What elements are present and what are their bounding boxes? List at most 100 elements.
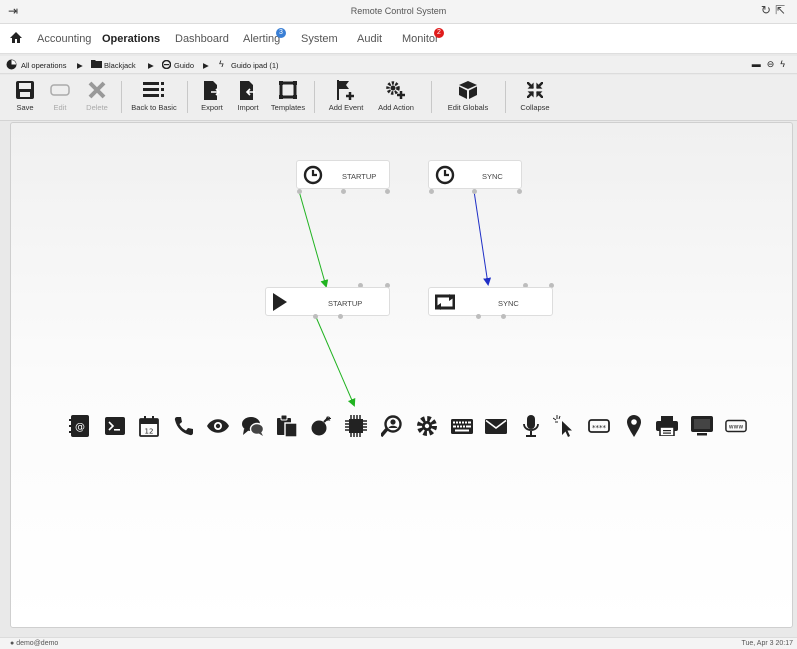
breadcrumb-guido[interactable]: Guido [174, 61, 194, 70]
connector-dot[interactable] [517, 189, 522, 194]
add-event-button[interactable]: Add Event [325, 79, 367, 112]
menu-system[interactable]: System [301, 33, 338, 45]
printer-icon[interactable] [656, 415, 678, 437]
delete-button[interactable]: Delete [79, 79, 115, 112]
export-button[interactable]: Export [196, 79, 228, 112]
connector-dot[interactable] [476, 314, 481, 319]
password-icon[interactable]: **** [588, 415, 610, 437]
connection-startup-event-to-action[interactable] [298, 190, 329, 288]
templates-button[interactable]: Templates [267, 79, 309, 112]
edit-button[interactable]: Edit [45, 79, 75, 112]
action-node-label: SYNC [498, 299, 519, 308]
calendar-icon[interactable]: 12 [138, 415, 160, 437]
window-controls: ↻⇱ [761, 3, 789, 17]
event-node-startup[interactable]: STARTUP [296, 160, 390, 189]
menu-audit[interactable]: Audit [357, 33, 382, 45]
templates-icon [267, 79, 309, 101]
export-icon [196, 79, 228, 101]
delete-icon [79, 79, 115, 101]
toolbar-separator [187, 81, 188, 113]
home-icon[interactable] [10, 32, 22, 43]
www-text: www [729, 424, 744, 431]
lightning-icon[interactable]: ϟ [780, 59, 791, 69]
chevron-right-icon: ▶ [148, 61, 154, 70]
chevron-right-icon: ▶ [77, 61, 83, 70]
event-node-sync[interactable]: SYNC [428, 160, 522, 189]
connector-dot[interactable] [385, 189, 390, 194]
connector-dot[interactable] [338, 314, 343, 319]
www-icon[interactable]: www [725, 415, 747, 437]
refresh-icon[interactable]: ↻ [761, 3, 775, 17]
connector-dot[interactable] [429, 189, 434, 194]
connection-sync-event-to-action[interactable] [473, 190, 492, 286]
action-node-label: STARTUP [328, 299, 363, 308]
chat-icon[interactable] [242, 415, 264, 437]
pointer-icon[interactable] [553, 415, 575, 437]
keyboard-icon[interactable] [451, 415, 473, 437]
connector-dot[interactable] [313, 314, 318, 319]
connector-dot[interactable] [297, 189, 302, 194]
menu-monitor[interactable]: Monitor 2 [402, 28, 444, 45]
search-user-icon[interactable] [381, 415, 403, 437]
folder-icon [91, 60, 102, 68]
connector-dot[interactable] [341, 189, 346, 194]
save-button[interactable]: Save [5, 79, 45, 112]
terminal-icon[interactable] [104, 415, 126, 437]
svg-text:@: @ [75, 422, 85, 433]
map-pin-icon[interactable] [623, 415, 645, 437]
toolbar-separator [314, 81, 315, 113]
connection-layer [298, 190, 492, 407]
collapse-icon [515, 79, 555, 101]
folder-icon[interactable]: ▬ [752, 59, 767, 69]
connector-dot[interactable] [501, 314, 506, 319]
add-action-button[interactable]: Add Action [374, 79, 418, 112]
popout-icon[interactable]: ⇱ [775, 3, 789, 17]
gear-plus-icon [374, 79, 418, 101]
clipboard-icon[interactable] [276, 415, 298, 437]
breadcrumb-blackjack[interactable]: Blackjack [104, 61, 136, 70]
list-icon [128, 79, 180, 101]
import-button[interactable]: Import [232, 79, 264, 112]
all-operations-icon [6, 59, 17, 70]
event-node-label: STARTUP [342, 172, 377, 181]
eye-icon[interactable] [207, 415, 229, 437]
import-icon [232, 79, 264, 101]
action-node-startup[interactable]: STARTUP [265, 287, 390, 316]
screen-icon[interactable] [691, 415, 713, 437]
gear-icon[interactable] [416, 415, 438, 437]
menu-accounting[interactable]: Accounting [37, 33, 91, 45]
status-user: ● demo@demo [10, 640, 58, 647]
back-to-basic-button[interactable]: Back to Basic [128, 79, 180, 112]
toolbar-separator [505, 81, 506, 113]
breadcrumb-all-operations[interactable]: All operations [21, 61, 66, 70]
cube-icon [444, 79, 492, 101]
target-icon [162, 60, 171, 69]
connection-startup-action-to-palette[interactable] [315, 316, 356, 407]
toolbar-separator [431, 81, 432, 113]
event-node-label: SYNC [482, 172, 503, 181]
menu-alerting[interactable]: Alerting 3 [243, 28, 286, 45]
edit-globals-button[interactable]: Edit Globals [444, 79, 492, 112]
envelope-icon[interactable] [485, 415, 507, 437]
chip-icon[interactable] [345, 415, 367, 437]
main-menu: Accounting Operations Dashboard Alerting… [0, 24, 797, 54]
connector-dot[interactable] [472, 189, 477, 194]
menu-dashboard[interactable]: Dashboard [175, 33, 229, 45]
window-title: Remote Control System [350, 6, 447, 16]
collapse-button[interactable]: Collapse [515, 79, 555, 112]
phone-icon[interactable] [173, 415, 195, 437]
edit-icon [45, 79, 75, 101]
bomb-icon[interactable] [311, 415, 333, 437]
action-node-sync[interactable]: SYNC [428, 287, 553, 316]
menu-alerting-label: Alerting [243, 33, 281, 45]
target-icon[interactable]: ⊖ [767, 59, 781, 69]
monitor-badge: 2 [434, 28, 444, 38]
breadcrumb-guido-ipad[interactable]: Guido ipad (1) [231, 61, 279, 70]
toolbar-separator [121, 81, 122, 113]
addressbook-icon[interactable]: @ [68, 415, 90, 437]
menu-operations[interactable]: Operations [102, 33, 160, 45]
flow-canvas[interactable]: STARTUP SYNC STARTUP SYNC @ 12 **** www [10, 122, 793, 628]
microphone-icon[interactable] [520, 415, 542, 437]
password-text: **** [592, 424, 607, 432]
breadcrumb: All operations ▶ Blackjack ▶ Guido ▶ ϟ G… [0, 56, 797, 74]
